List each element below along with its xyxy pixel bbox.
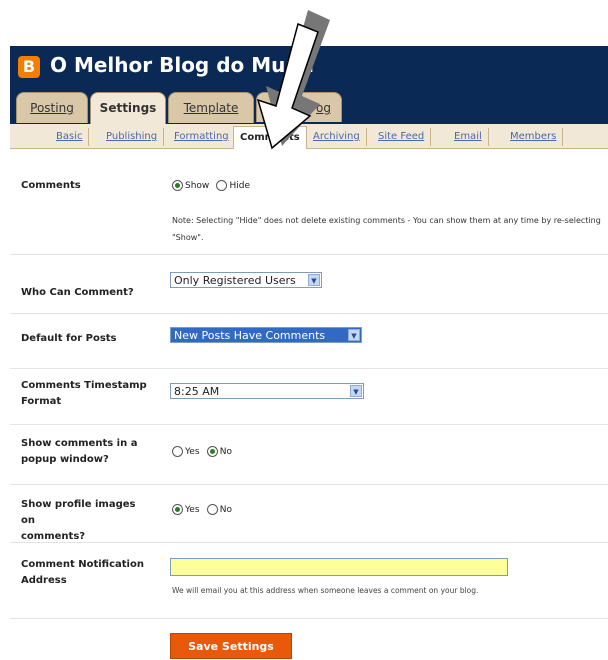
chevron-down-icon[interactable]: ▼ <box>308 274 320 286</box>
comments-show-label: Show <box>185 180 210 191</box>
subtab-members[interactable]: Members <box>504 128 564 146</box>
profile-images-label: Show profile images on comments? <box>21 497 151 545</box>
timestamp-format-value: 8:25 AM <box>174 385 220 398</box>
timestamp-format-label-line2: Format <box>21 396 62 407</box>
comments-note-line2: "Show". <box>172 233 204 242</box>
default-for-posts-select[interactable]: New Posts Have Comments ▼ <box>170 327 362 343</box>
comments-radio-group: Show Hide <box>172 180 254 192</box>
divider <box>10 424 608 425</box>
profile-images-label-line1: Show profile images on <box>21 499 136 526</box>
subtab-site-feed[interactable]: Site Feed <box>372 128 432 146</box>
profile-no-radio[interactable] <box>206 504 218 515</box>
profile-images-radio-group: Yes No <box>172 504 236 516</box>
popup-yes-radio[interactable] <box>172 446 183 457</box>
comments-hide-label: Hide <box>229 180 251 191</box>
subtab-formatting[interactable]: Formatting <box>168 128 236 146</box>
notification-helper-text: We will email you at this address when s… <box>172 586 479 595</box>
popup-no-radio[interactable] <box>206 446 218 457</box>
popup-window-label: Show comments in a popup window? <box>21 436 151 468</box>
subtab-basic[interactable]: Basic <box>50 128 90 146</box>
profile-yes-label: Yes <box>185 504 200 515</box>
tab-settings[interactable]: Settings <box>90 92 166 125</box>
timestamp-format-select[interactable]: 8:25 AM ▼ <box>170 383 364 399</box>
who-can-comment-select[interactable]: Only Registered Users ▼ <box>170 272 322 288</box>
popup-no-label: No <box>219 446 232 457</box>
profile-no-label: No <box>219 504 232 515</box>
save-settings-button[interactable]: Save Settings <box>170 633 292 659</box>
timestamp-format-label: Comments Timestamp Format <box>21 378 151 410</box>
popup-window-label-line2: popup window? <box>21 454 109 465</box>
popup-yes-label: Yes <box>185 446 200 457</box>
comments-show-radio[interactable] <box>172 180 183 191</box>
who-can-comment-value: Only Registered Users <box>174 274 296 287</box>
popup-window-label-line1: Show comments in a <box>21 438 138 449</box>
popup-window-radio-group: Yes No <box>172 446 236 458</box>
comments-label: Comments <box>21 180 81 191</box>
comments-note-line1: Note: Selecting "Hide" does not delete e… <box>172 216 601 225</box>
chevron-down-icon[interactable]: ▼ <box>348 329 360 341</box>
default-for-posts-value: New Posts Have Comments <box>174 329 326 342</box>
divider <box>10 618 608 619</box>
pointer-arrow-icon <box>256 10 330 150</box>
subtab-email[interactable]: Email <box>448 128 489 146</box>
subtab-publishing[interactable]: Publishing <box>100 128 165 146</box>
comments-note: Note: Selecting "Hide" does not delete e… <box>172 212 608 246</box>
default-for-posts-label: Default for Posts <box>21 333 117 344</box>
blogger-logo-icon: B <box>18 56 40 78</box>
chevron-down-icon[interactable]: ▼ <box>350 385 362 397</box>
divider <box>10 313 608 314</box>
divider <box>10 254 608 255</box>
comments-hide-radio[interactable] <box>216 180 228 191</box>
divider <box>10 368 608 369</box>
notification-label: Comment Notification Address <box>21 557 151 589</box>
divider <box>10 484 608 485</box>
divider <box>10 542 608 543</box>
who-can-comment-label: Who Can Comment? <box>21 287 134 298</box>
tab-posting[interactable]: Posting <box>16 92 88 123</box>
profile-yes-radio[interactable] <box>172 504 183 515</box>
notification-label-line2: Address <box>21 575 67 586</box>
timestamp-format-label-line1: Comments Timestamp <box>21 380 147 391</box>
notification-label-line1: Comment Notification <box>21 559 144 570</box>
notification-email-input[interactable] <box>170 558 508 576</box>
